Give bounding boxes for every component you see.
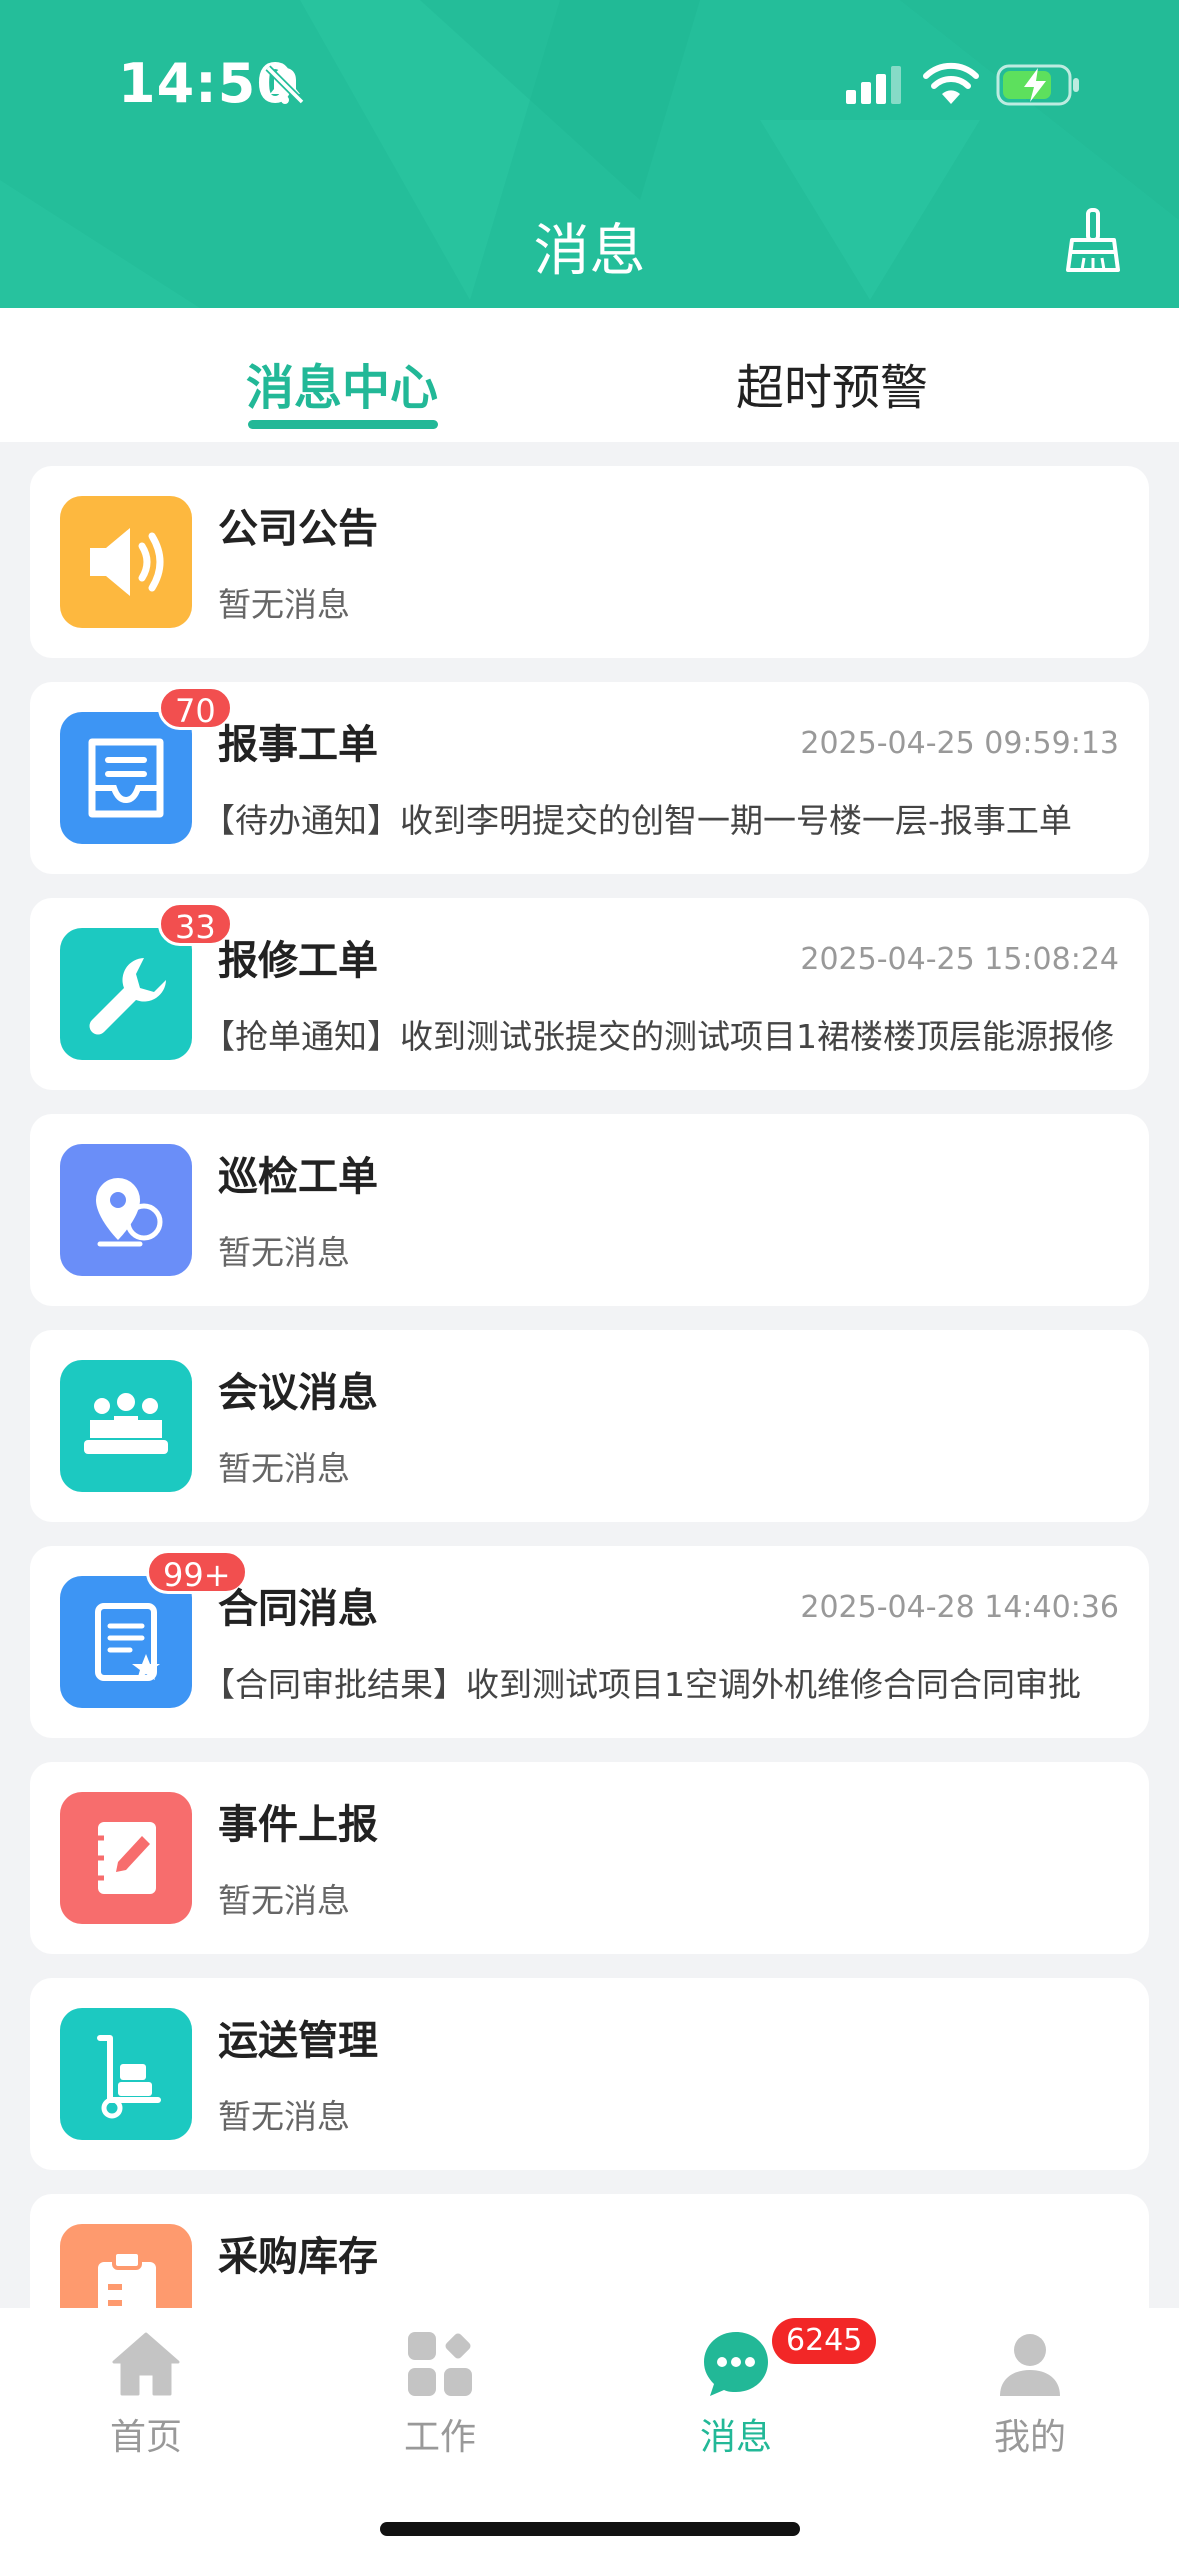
- messages-unread-badge: 6245: [772, 2318, 877, 2364]
- page-title: 消息: [533, 219, 646, 284]
- speaker-icon: [60, 496, 192, 628]
- nav-label: 我的: [993, 2417, 1066, 2458]
- contract-document-icon: [60, 1576, 192, 1708]
- battery-icon: [996, 64, 1079, 106]
- item-title: 报修工单: [218, 938, 378, 984]
- tab-bar: 消息中心 超时预警: [0, 308, 1179, 442]
- list-item-meeting[interactable]: 会议消息 暂无消息: [30, 1330, 1149, 1522]
- home-icon: [112, 2332, 180, 2396]
- tab-message-center[interactable]: 消息中心: [182, 348, 502, 418]
- home-indicator[interactable]: [380, 2522, 800, 2536]
- list-item-report-order[interactable]: 70 报事工单 2025-04-25 09:59:13 【待办通知】收到李明提交…: [30, 682, 1149, 874]
- list-item-inspection-order[interactable]: 巡检工单 暂无消息: [30, 1114, 1149, 1306]
- hand-truck-icon: [60, 2008, 192, 2140]
- item-time: 2025-04-25 15:08:24: [800, 942, 1119, 977]
- item-subtitle: 暂无消息: [218, 2097, 350, 2136]
- clean-broom-icon[interactable]: [1064, 208, 1122, 274]
- wifi-icon: [923, 62, 979, 104]
- item-title: 会议消息: [218, 1370, 378, 1416]
- nav-label: 工作: [403, 2417, 476, 2458]
- item-subtitle: 暂无消息: [218, 585, 350, 624]
- tab-timeout-warning[interactable]: 超时预警: [672, 348, 992, 418]
- item-title: 运送管理: [218, 2018, 378, 2064]
- location-pin-icon: [60, 1144, 192, 1276]
- wrench-icon: [60, 928, 192, 1060]
- item-title: 事件上报: [218, 1802, 378, 1848]
- item-title: 采购库存: [218, 2234, 378, 2280]
- list-item-company-notice[interactable]: 公司公告 暂无消息: [30, 466, 1149, 658]
- nav-mine[interactable]: 我的: [930, 2328, 1130, 2468]
- item-title: 巡检工单: [218, 1154, 378, 1200]
- nav-home[interactable]: 首页: [46, 2328, 246, 2468]
- item-message: 【合同审批结果】收到测试项目1空调外机维修合同合同审批: [202, 1665, 1081, 1704]
- nav-work[interactable]: 工作: [340, 2328, 540, 2468]
- cellular-signal-icon: [846, 66, 901, 104]
- item-time: 2025-04-28 14:40:36: [800, 1590, 1119, 1625]
- chat-bubble-icon: [704, 2332, 768, 2396]
- list-item-repair-order[interactable]: 33 报修工单 2025-04-25 15:08:24 【抢单通知】收到测试张提…: [30, 898, 1149, 1090]
- item-title: 公司公告: [218, 506, 378, 552]
- item-time: 2025-04-25 09:59:13: [800, 726, 1119, 761]
- item-title: 合同消息: [218, 1586, 378, 1632]
- nav-label: 首页: [109, 2417, 182, 2458]
- nav-label: 消息: [699, 2417, 772, 2458]
- header-bar: 14:50 消息: [0, 0, 1179, 308]
- list-item-contract[interactable]: 99+ 合同消息 2025-04-28 14:40:36 【合同审批结果】收到测…: [30, 1546, 1149, 1738]
- bell-muted-icon: [265, 65, 305, 105]
- bottom-navigation: 首页 工作 消息 我的: [0, 2308, 1179, 2556]
- item-subtitle: 暂无消息: [218, 1881, 350, 1920]
- list-item-delivery[interactable]: 运送管理 暂无消息: [30, 1978, 1149, 2170]
- notebook-pen-icon: [60, 1792, 192, 1924]
- item-message: 【抢单通知】收到测试张提交的测试项目1裙楼楼顶层能源报修: [202, 1017, 1114, 1056]
- user-icon: [1000, 2334, 1060, 2396]
- list-item-event-report[interactable]: 事件上报 暂无消息: [30, 1762, 1149, 1954]
- item-message: 【待办通知】收到李明提交的创智一期一号楼一层-报事工单: [202, 801, 1072, 840]
- item-title: 报事工单: [218, 722, 378, 768]
- item-subtitle: 暂无消息: [218, 1449, 350, 1488]
- meeting-people-icon: [60, 1360, 192, 1492]
- inbox-tray-icon: [60, 712, 192, 844]
- active-tab-indicator: [248, 420, 438, 429]
- apps-grid-icon: [408, 2332, 472, 2396]
- item-subtitle: 暂无消息: [218, 1233, 350, 1272]
